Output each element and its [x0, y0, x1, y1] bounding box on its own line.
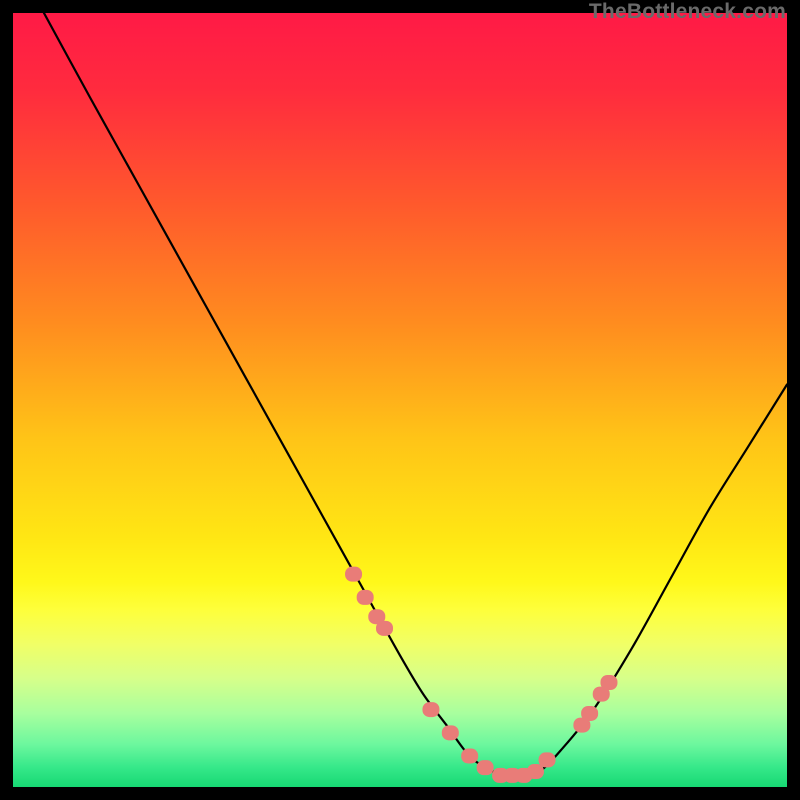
heat-gradient-background: [13, 13, 787, 787]
data-point: [422, 702, 439, 717]
data-point: [600, 675, 617, 690]
bottleneck-chart: [13, 13, 787, 787]
data-point: [539, 752, 556, 767]
chart-frame: [13, 13, 787, 787]
data-point: [477, 760, 494, 775]
data-point: [376, 621, 393, 636]
data-point: [345, 567, 362, 582]
data-point: [581, 706, 598, 721]
data-point: [527, 764, 544, 779]
watermark-text: TheBottleneck.com: [589, 0, 786, 24]
data-point: [442, 725, 459, 740]
data-point: [461, 749, 478, 764]
data-point: [357, 590, 374, 605]
